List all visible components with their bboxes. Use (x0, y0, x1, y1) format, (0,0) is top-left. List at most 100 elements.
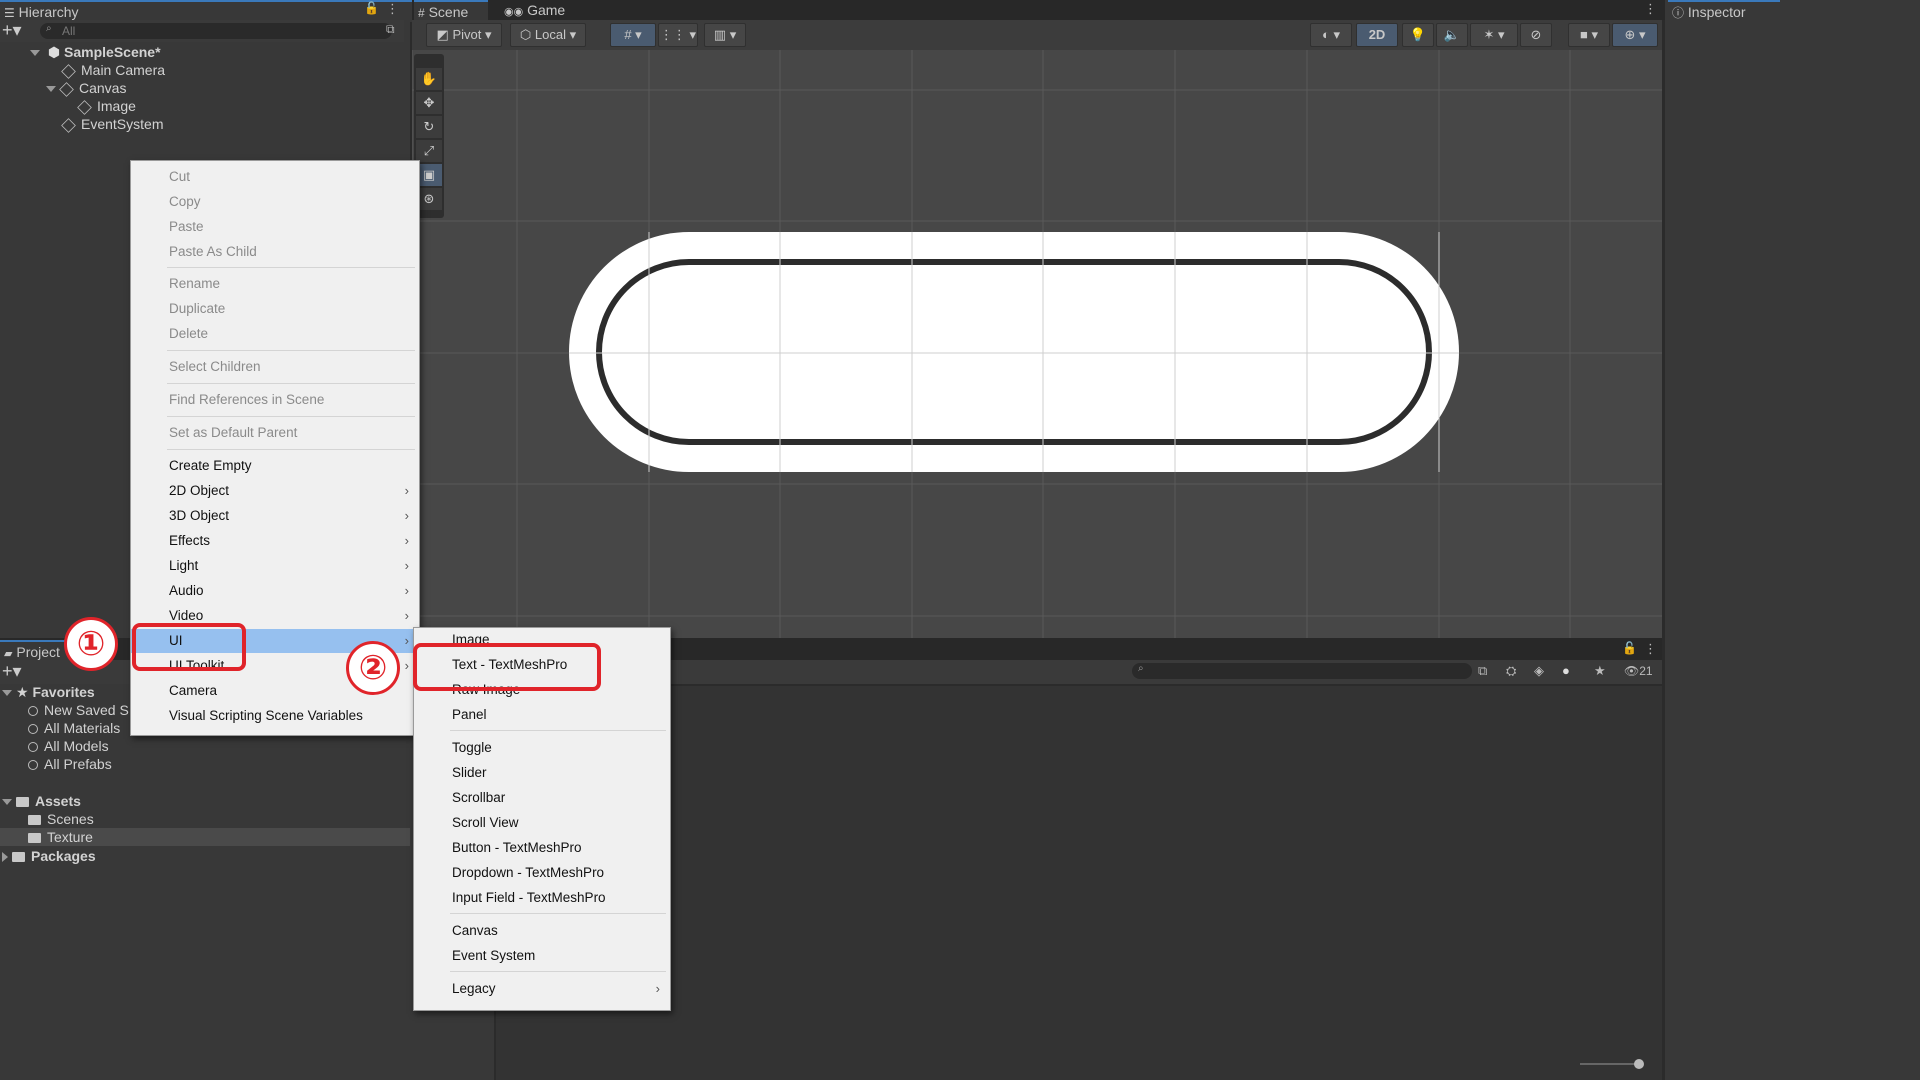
favorite-item[interactable]: All Materials (28, 719, 120, 737)
more-icon[interactable]: ⋮ (1644, 641, 1657, 657)
menu-item-rename[interactable]: Rename (131, 272, 419, 296)
submenu-item-panel[interactable]: Panel (414, 703, 670, 727)
expand-arrow-icon[interactable] (46, 86, 56, 93)
menu-separator (167, 383, 415, 384)
submenu-item-input-field-textmeshpro[interactable]: Input Field - TextMeshPro (414, 886, 670, 910)
asset-folder-scenes[interactable]: Scenes (28, 810, 94, 828)
lock-icon[interactable]: 🔓 (364, 1, 379, 15)
add-icon[interactable]: +▾ (2, 20, 22, 40)
hand-icon: ✋ (420, 71, 438, 86)
star-icon[interactable]: ★ (1594, 663, 1606, 679)
tab-game[interactable]: ◉◉ Game (500, 0, 576, 20)
submenu-arrow-icon: › (404, 508, 409, 523)
toggle-2d-button[interactable]: 2D (1356, 23, 1398, 47)
more-icon[interactable]: ⋮ (1644, 1, 1657, 17)
warning-icon[interactable]: ● (1562, 663, 1570, 678)
menu-item-copy[interactable]: Copy (131, 190, 419, 214)
camera-dropdown[interactable]: ■ ▾ (1568, 23, 1610, 47)
menu-item-3d-object[interactable]: 3D Object › (131, 504, 419, 528)
menu-item-select-children[interactable]: Select Children (131, 355, 419, 379)
submenu-item-scrollbar[interactable]: Scrollbar (414, 786, 670, 810)
rotate-tool-button[interactable]: ↻ (416, 116, 442, 138)
submenu-item-scroll-view[interactable]: Scroll View (414, 811, 670, 835)
snap-increment-button[interactable]: ⋮⋮ ▾ (658, 23, 698, 47)
folder-icon (12, 852, 25, 863)
gameobject-icon (59, 81, 74, 97)
zoom-slider[interactable] (1580, 1059, 1644, 1069)
expand-arrow-icon[interactable] (2, 799, 12, 806)
tab-hierarchy[interactable]: ☰ Hierarchy (0, 0, 416, 22)
shading-mode-dropdown[interactable]: ◐ ▾ (1310, 23, 1352, 47)
scene-viewport[interactable] (412, 50, 1662, 638)
collapsed-arrow-icon[interactable] (2, 852, 8, 863)
zoom-slider-thumb[interactable] (1634, 1059, 1644, 1069)
menu-item-delete[interactable]: Delete (131, 322, 419, 346)
gameobject-icon (77, 99, 92, 115)
search-by-label-icon[interactable]: ⛭ (1506, 663, 1516, 679)
tab-scene[interactable]: # Scene (414, 0, 488, 22)
grid-snap-button[interactable]: # ▾ (610, 23, 656, 47)
pivot-dropdown[interactable]: ◩ Pivot ▾ (426, 23, 502, 47)
star-icon: ★ (16, 684, 29, 700)
menu-item-set-default-parent[interactable]: Set as Default Parent (131, 421, 419, 445)
search-options-icon[interactable]: ⧉ (386, 22, 395, 37)
assets-header[interactable]: Assets (2, 792, 81, 810)
grid-visibility-button[interactable]: ▥ ▾ (704, 23, 746, 47)
menu-item-create-empty[interactable]: Create Empty (131, 454, 419, 478)
expand-arrow-icon[interactable] (2, 690, 12, 697)
hierarchy-search-input[interactable]: ⌕ All (40, 23, 392, 39)
favorite-item[interactable]: All Prefabs (28, 755, 112, 773)
effects-dropdown[interactable]: ✶ ▾ (1470, 23, 1518, 47)
scale-icon: ⤢ (423, 143, 435, 158)
submenu-item-canvas[interactable]: Canvas (414, 919, 670, 943)
menu-item-effects[interactable]: Effects › (131, 529, 419, 553)
lighting-toggle[interactable]: 💡 (1402, 23, 1434, 47)
transform-icon: ⊛ (423, 191, 435, 206)
visible-count: 👁21 (1624, 664, 1653, 678)
menu-separator (167, 350, 415, 351)
gizmos-dropdown[interactable]: ⊕ ▾ (1612, 23, 1658, 47)
submenu-item-toggle[interactable]: Toggle (414, 736, 670, 760)
favorite-item[interactable]: All Models (28, 737, 109, 755)
search-by-type-icon[interactable]: ⧉ (1478, 663, 1487, 679)
scale-tool-button[interactable]: ⤢ (416, 140, 442, 162)
search-icon (28, 706, 38, 717)
menu-item-visual-scripting-scene-variables[interactable]: Visual Scripting Scene Variables (131, 704, 419, 728)
menu-item-audio[interactable]: Audio › (131, 579, 419, 603)
tree-item-image[interactable]: Image (77, 97, 136, 115)
tag-icon[interactable]: ◈ (1534, 663, 1544, 679)
tab-inspector[interactable]: ⓘ Inspector (1668, 0, 1780, 22)
tree-item-eventsystem[interactable]: EventSystem (61, 115, 163, 133)
menu-item-paste[interactable]: Paste (131, 215, 419, 239)
camera-icon: ■ (1580, 27, 1588, 42)
move-tool-button[interactable]: ✥ (416, 92, 442, 114)
project-search-input[interactable]: ⌕ (1132, 663, 1472, 679)
submenu-item-button-textmeshpro[interactable]: Button - TextMeshPro (414, 836, 670, 860)
submenu-item-dropdown-textmeshpro[interactable]: Dropdown - TextMeshPro (414, 861, 670, 885)
expand-arrow-icon[interactable] (30, 50, 40, 57)
menu-item-cut[interactable]: Cut (131, 165, 419, 189)
tree-item-main-camera[interactable]: Main Camera (61, 61, 165, 79)
packages-header[interactable]: Packages (2, 847, 96, 865)
more-icon[interactable]: ⋮ (386, 1, 399, 17)
favorite-item[interactable]: New Saved S (28, 701, 129, 719)
lock-icon[interactable]: 🔓 (1622, 641, 1637, 655)
menu-item-find-references[interactable]: Find References in Scene (131, 388, 419, 412)
menu-item-duplicate[interactable]: Duplicate (131, 297, 419, 321)
tree-item-scene[interactable]: ⬢ SampleScene* (30, 43, 161, 61)
audio-toggle[interactable]: 🔈 (1436, 23, 1468, 47)
submenu-item-slider[interactable]: Slider (414, 761, 670, 785)
menu-item-2d-object[interactable]: 2D Object › (131, 479, 419, 503)
tree-item-canvas[interactable]: Canvas (46, 79, 126, 97)
submenu-item-event-system[interactable]: Event System (414, 944, 670, 968)
hidden-objects-toggle[interactable]: ⊘ (1520, 23, 1552, 47)
hand-tool-button[interactable]: ✋ (416, 68, 442, 90)
step-2-badge: ② (346, 641, 400, 695)
menu-item-paste-as-child[interactable]: Paste As Child (131, 240, 419, 264)
menu-item-light[interactable]: Light › (131, 554, 419, 578)
local-dropdown[interactable]: ⬡ Local ▾ (510, 23, 586, 47)
asset-folder-texture[interactable]: Texture (28, 828, 93, 846)
submenu-item-legacy[interactable]: Legacy › (414, 977, 670, 1001)
add-icon[interactable]: +▾ (2, 661, 22, 681)
favorites-header[interactable]: ★ Favorites (2, 683, 95, 701)
